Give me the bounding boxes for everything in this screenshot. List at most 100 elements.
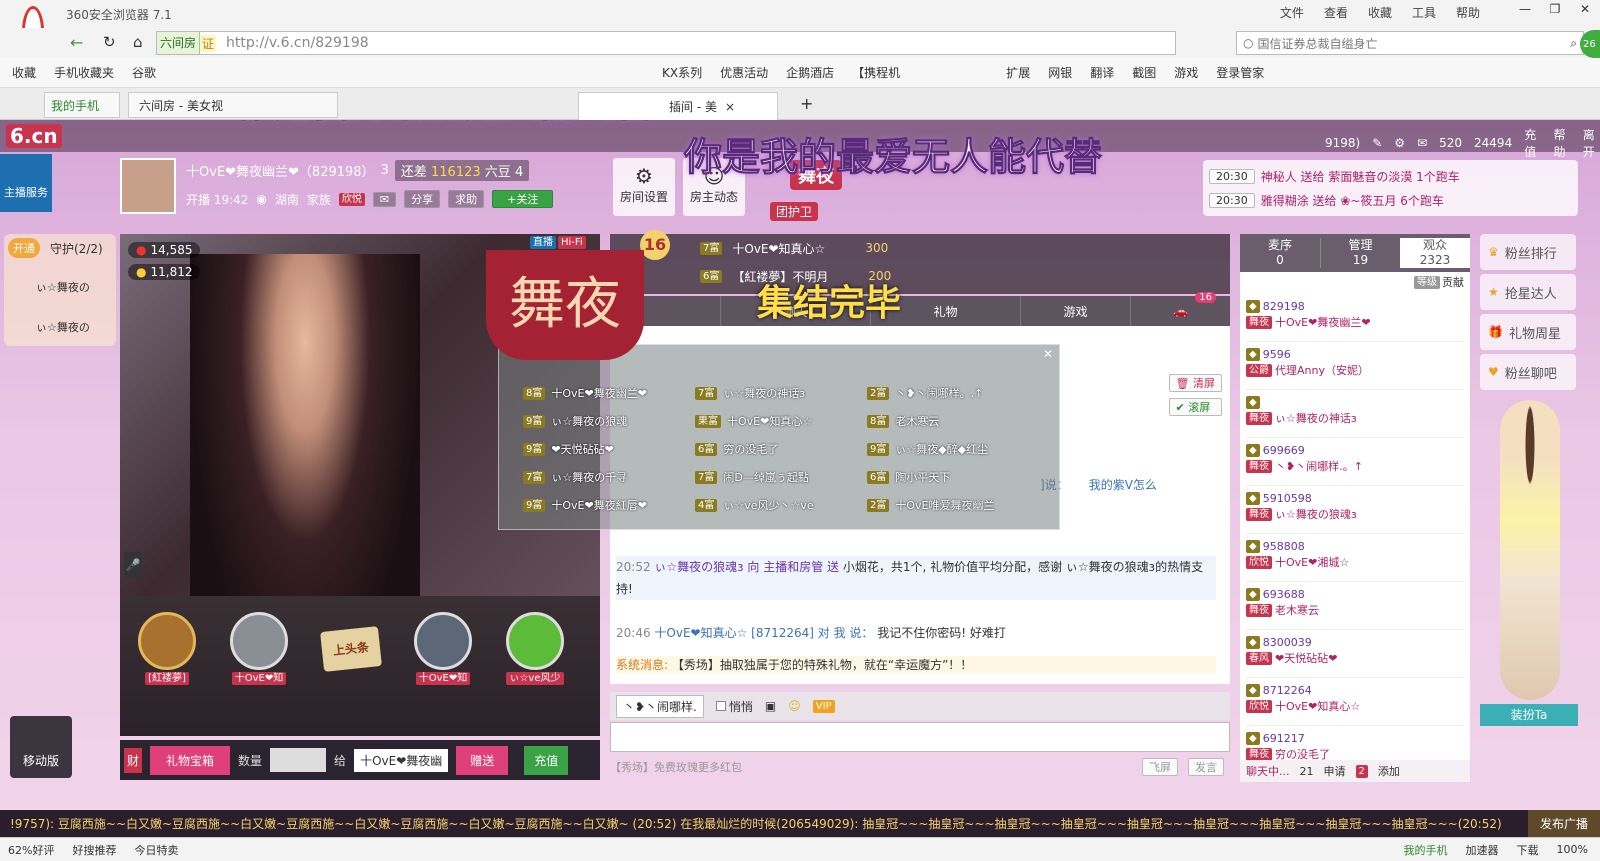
audience-row[interactable]: ◆ 699669 舞夜 丶❥丶闹哪样.。↑ <box>1246 438 1464 486</box>
sort-contrib[interactable]: 贡献 <box>1442 274 1464 290</box>
gift-week-button[interactable]: 🎁 礼物周星 <box>1480 314 1576 350</box>
rating-status[interactable]: 62%好评 <box>8 842 54 858</box>
member-item[interactable]: 9富 ぃ☆舞夜◆醉◆红尘 <box>867 441 1039 457</box>
fav-item[interactable]: KX系列 <box>662 64 702 81</box>
my-phone-status[interactable]: 我的手机 <box>1404 842 1448 858</box>
accelerator-status[interactable]: 加速器 <box>1466 842 1499 858</box>
guard-open-button[interactable]: 开通 <box>8 238 40 258</box>
home-icon[interactable]: ⌂ <box>133 33 143 51</box>
tool-item[interactable]: 截图 <box>1132 64 1156 81</box>
audience-row[interactable]: ◆ 829198 舞夜 十OvE❤舞夜幽兰❤ <box>1246 294 1464 342</box>
tab-queue[interactable]: 麦序 0 <box>1240 238 1320 268</box>
tool-item[interactable]: 扩展 <box>1006 64 1030 81</box>
member-item[interactable]: 9富 十OvE❤舞夜紅唇❤ <box>523 497 695 513</box>
help-link[interactable]: 帮助 <box>1553 126 1570 160</box>
clear-screen-button[interactable]: 🗑 清屏 <box>1168 374 1222 392</box>
rank-row[interactable]: 7富 十OvE❤知真心☆ 300 <box>610 234 1230 262</box>
vip-icon[interactable]: VIP <box>812 699 835 713</box>
edit-icon[interactable]: ✎ <box>1372 136 1382 150</box>
fav-item[interactable]: 【携程机 <box>852 64 900 81</box>
qty-input[interactable] <box>270 748 327 772</box>
recharge-button[interactable]: 充值 <box>524 745 569 775</box>
audience-row[interactable]: ◆ 8300039 春风 ❤天悦砧砧❤ <box>1246 630 1464 678</box>
fav-item[interactable]: 手机收藏夹 <box>54 64 114 81</box>
member-item[interactable]: 4富 ぃ☆ve风少丶☆ve <box>695 497 867 513</box>
anchor-name[interactable]: 十OvE❤舞夜幽兰❤（829198） <box>186 161 375 180</box>
fans-rank-button[interactable]: ♛ 粉丝排行 <box>1480 234 1576 270</box>
promo-text[interactable]: 【秀场】免费玫瑰更多红包 <box>610 759 742 775</box>
search-input[interactable]: 国信证券总裁自缢身亡 <box>1257 35 1377 52</box>
refresh-icon[interactable]: ↻ <box>103 33 116 51</box>
audience-row[interactable]: ◆ 舞夜 ぃ☆舞夜の神话з <box>1246 390 1464 438</box>
fav-item[interactable]: 收藏 <box>12 64 36 81</box>
member-item[interactable]: 7富 闹D—绰嵐ぅ起點 <box>695 469 867 485</box>
member-item[interactable]: 2富 十OvE唯爱舞夜幽兰 <box>867 497 1039 513</box>
maximize-icon[interactable]: ❐ <box>1544 2 1566 16</box>
rank-row[interactable]: 6富 【紅褛夢】不明月 200 <box>610 262 1230 290</box>
member-item[interactable]: 2富 丶❥丶闹哪样。.↑ <box>867 385 1039 401</box>
zoom-status[interactable]: 100% <box>1557 843 1588 856</box>
tab-active[interactable]: 插间 - 美 × <box>578 92 778 120</box>
fans-bar-button[interactable]: ♥ 粉丝聊吧 <box>1480 354 1576 390</box>
room-settings-button[interactable]: ⚙ 房间设置 <box>613 158 675 216</box>
guest-item[interactable]: 十OvE❤知 <box>230 612 288 685</box>
send-message-button[interactable]: 发言 <box>1188 758 1224 776</box>
close-icon[interactable]: ✕ <box>1043 347 1053 361</box>
search-icon[interactable]: ⌕ <box>1570 36 1577 51</box>
tab-audience[interactable]: 观众 2323 <box>1400 238 1470 268</box>
tab-my-phone[interactable]: 我的手机 <box>44 92 120 118</box>
leave-link[interactable]: 离开 <box>1583 126 1600 160</box>
member-item[interactable]: 果富 十OvE❤知真心☆ <box>695 413 867 429</box>
guest-item[interactable]: [紅褛夢] <box>138 612 196 685</box>
tab-6cn[interactable]: 六间房 - 美女视 <box>128 92 338 118</box>
mail-button[interactable]: ✉ <box>372 191 397 207</box>
close-icon[interactable]: ✕ <box>1574 2 1596 16</box>
star-master-button[interactable]: ★ 抢星达人 <box>1480 274 1576 310</box>
chatting-status[interactable]: 聊天中... <box>1246 763 1290 779</box>
mobile-version-button[interactable]: 移动版 <box>10 716 72 778</box>
fav-item[interactable]: 优惠活动 <box>720 64 768 81</box>
member-item[interactable]: 8富 老木寒云 <box>867 413 1039 429</box>
url-text[interactable]: http://v.6.cn/829198 <box>226 35 369 51</box>
score-badge[interactable]: 26 <box>1580 30 1600 58</box>
address-bar[interactable]: 六间房 证 http://v.6.cn/829198 <box>156 31 1176 55</box>
site-logo[interactable]: 6.cn <box>6 124 62 148</box>
audience-row[interactable]: ◆ 5910598 舞夜 ぃ☆舞夜の狼魂з <box>1246 486 1464 534</box>
new-tab-icon[interactable]: + <box>800 94 813 113</box>
chat-target-select[interactable]: 丶❥丶闹哪样. <box>616 694 704 718</box>
menu-item-help[interactable]: 帮助 <box>1456 4 1480 21</box>
guard-member[interactable]: ぃ☆舞夜の <box>36 268 116 308</box>
scroll-screen-button[interactable]: ✔ 滚屏 <box>1168 398 1222 416</box>
audience-row[interactable]: ◆ 8712264 欣悦 十OvE❤知真心☆ <box>1246 678 1464 726</box>
recommend-status[interactable]: 好搜推荐 <box>72 842 116 858</box>
share-button[interactable]: 分享 <box>404 190 441 208</box>
gift-treasure-button[interactable]: 礼物宝箱 <box>150 745 231 775</box>
audience-row[interactable]: ◆ 9596 公爵 代理Anny（安妮） <box>1246 342 1464 390</box>
fav-item[interactable]: 谷歌 <box>132 64 156 81</box>
avatar-figure[interactable] <box>1500 400 1560 700</box>
send-gift-button[interactable]: 赠送 <box>456 745 509 775</box>
member-item[interactable]: 7富 ぃ☆舞夜の神话з <box>695 385 867 401</box>
audience-row[interactable]: ◆ 958808 欣悦 十OvE❤湘城☆ <box>1246 534 1464 582</box>
cert-badge[interactable]: 证 <box>200 34 217 52</box>
help-button[interactable]: 求助 <box>448 190 485 208</box>
follow-button[interactable]: +关注 <box>492 190 554 208</box>
today-deals[interactable]: 今日特卖 <box>134 842 178 858</box>
dressup-button[interactable]: 装扮Ta <box>1480 704 1578 726</box>
menu-item-fav[interactable]: 收藏 <box>1368 4 1392 21</box>
anchor-service[interactable]: 主播服务 <box>0 154 52 212</box>
member-item[interactable]: 6富 穷の没毛了 <box>695 441 867 457</box>
chat-tab-game[interactable]: 游戏 <box>1020 296 1130 326</box>
minimize-icon[interactable]: — <box>1514 2 1536 16</box>
image-icon[interactable]: ▣ <box>765 699 776 713</box>
menu-item-file[interactable]: 文件 <box>1280 4 1304 21</box>
tool-item[interactable]: 登录管家 <box>1216 64 1264 81</box>
member-item[interactable]: 7富 ぃ☆舞夜の千寻 <box>523 469 695 485</box>
headline-item[interactable]: 上头条 <box>320 625 382 672</box>
family-badge[interactable]: 欣悦 <box>338 192 365 206</box>
back-icon[interactable]: ← <box>70 33 83 52</box>
tab-close-icon[interactable]: × <box>725 100 735 114</box>
add-button[interactable]: 添加 <box>1378 763 1400 779</box>
mic-icon[interactable]: 🎤 <box>124 552 142 578</box>
search-box[interactable]: ○ 国信证券总裁自缢身亡 ⌕ <box>1236 31 1584 55</box>
